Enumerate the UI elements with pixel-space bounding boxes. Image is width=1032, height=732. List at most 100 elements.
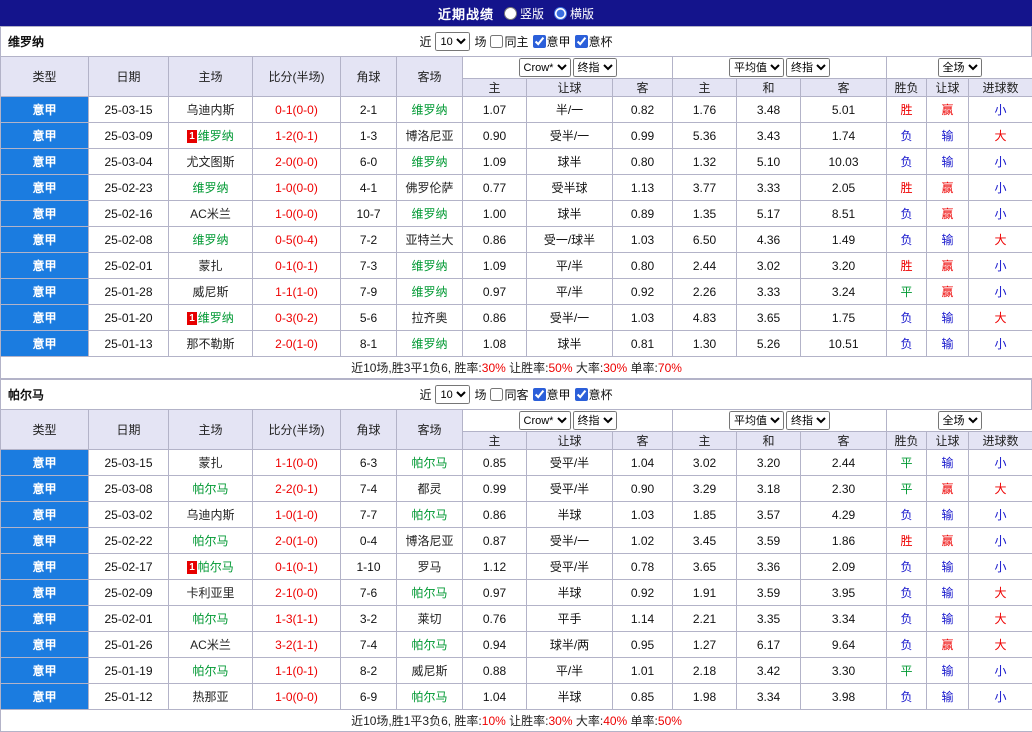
team-link[interactable]: 维罗纳 xyxy=(411,285,447,299)
home-team-cell[interactable]: 热那亚 xyxy=(168,683,253,710)
score-cell[interactable]: 1-1(1-0) xyxy=(252,278,341,305)
team-link[interactable]: 威尼斯 xyxy=(192,285,228,299)
score-cell[interactable]: 0-3(0-2) xyxy=(252,304,341,331)
team-link[interactable]: 帕尔马 xyxy=(192,534,228,548)
same-venue-checkbox[interactable]: 同主 xyxy=(490,33,529,50)
horizontal-radio[interactable] xyxy=(554,6,567,20)
away-team-cell[interactable]: 都灵 xyxy=(396,475,463,502)
score-cell[interactable]: 1-1(0-0) xyxy=(252,449,341,476)
recent-count-select[interactable]: 10 xyxy=(435,385,471,404)
team-link[interactable]: 帕尔马 xyxy=(198,560,234,574)
final-odds-select[interactable]: 终指 xyxy=(572,411,617,430)
home-team-cell[interactable]: 乌迪内斯 xyxy=(168,501,253,528)
team-link[interactable]: 帕尔马 xyxy=(411,690,447,704)
average-select[interactable]: 平均值 xyxy=(729,411,784,430)
league-checkbox-input[interactable] xyxy=(532,388,546,401)
score-cell[interactable]: 1-1(0-1) xyxy=(252,657,341,684)
score-cell[interactable]: 1-0(0-0) xyxy=(252,683,341,710)
away-team-cell[interactable]: 维罗纳 xyxy=(396,278,463,305)
team-link[interactable]: 尤文图斯 xyxy=(186,155,234,169)
score-cell[interactable]: 0-1(0-0) xyxy=(252,96,341,123)
team-link[interactable]: AC米兰 xyxy=(190,207,231,221)
away-team-cell[interactable]: 博洛尼亚 xyxy=(396,527,463,554)
away-team-cell[interactable]: 维罗纳 xyxy=(396,330,463,357)
team-link[interactable]: 都灵 xyxy=(417,482,441,496)
away-team-cell[interactable]: 帕尔马 xyxy=(396,631,463,658)
score-cell[interactable]: 3-2(1-1) xyxy=(252,631,341,658)
recent-count-select[interactable]: 10 xyxy=(435,32,471,51)
team-link[interactable]: 维罗纳 xyxy=(192,233,228,247)
away-team-cell[interactable]: 维罗纳 xyxy=(396,200,463,227)
score-cell[interactable]: 2-1(0-0) xyxy=(252,579,341,606)
home-team-cell[interactable]: 1 维罗纳 xyxy=(168,304,253,331)
home-team-cell[interactable]: 帕尔马 xyxy=(168,605,253,632)
home-team-cell[interactable]: 帕尔马 xyxy=(168,475,253,502)
team-link[interactable]: 蒙扎 xyxy=(198,259,222,273)
team-link[interactable]: 帕尔马 xyxy=(192,612,228,626)
away-team-cell[interactable]: 维罗纳 xyxy=(396,148,463,175)
team-link[interactable]: 维罗纳 xyxy=(411,103,447,117)
score-cell[interactable]: 2-0(1-0) xyxy=(252,330,341,357)
bookmaker-select[interactable]: Crow* xyxy=(518,58,571,77)
league-checkbox[interactable]: 意甲 xyxy=(532,386,571,403)
team-link[interactable]: 维罗纳 xyxy=(198,311,234,325)
home-team-cell[interactable]: AC米兰 xyxy=(168,631,253,658)
away-team-cell[interactable]: 博洛尼亚 xyxy=(396,122,463,149)
score-cell[interactable]: 2-2(0-1) xyxy=(252,475,341,502)
team-link[interactable]: 维罗纳 xyxy=(411,259,447,273)
vertical-radio[interactable] xyxy=(503,6,517,20)
home-team-cell[interactable]: 蒙扎 xyxy=(168,449,253,476)
team-link[interactable]: AC米兰 xyxy=(190,638,231,652)
home-team-cell[interactable]: 1 维罗纳 xyxy=(168,122,253,149)
team-link[interactable]: 帕尔马 xyxy=(411,508,447,522)
away-team-cell[interactable]: 拉齐奥 xyxy=(396,304,463,331)
cup-checkbox-input[interactable] xyxy=(574,35,588,48)
away-team-cell[interactable]: 帕尔马 xyxy=(396,449,463,476)
team-link[interactable]: 维罗纳 xyxy=(411,207,447,221)
team-link[interactable]: 帕尔马 xyxy=(411,638,447,652)
team-link[interactable]: 维罗纳 xyxy=(411,337,447,351)
home-team-cell[interactable]: 威尼斯 xyxy=(168,278,253,305)
final-odds2-select[interactable]: 终指 xyxy=(786,411,830,430)
away-team-cell[interactable]: 罗马 xyxy=(396,553,463,580)
same-venue-checkbox-input[interactable] xyxy=(490,388,504,401)
home-team-cell[interactable]: 帕尔马 xyxy=(168,657,253,684)
team-link[interactable]: 帕尔马 xyxy=(411,456,447,470)
league-checkbox[interactable]: 意甲 xyxy=(532,33,571,50)
cup-checkbox[interactable]: 意杯 xyxy=(574,33,613,50)
average-select[interactable]: 平均值 xyxy=(729,58,784,77)
score-cell[interactable]: 0-1(0-1) xyxy=(252,252,341,279)
score-cell[interactable]: 1-0(0-0) xyxy=(252,174,341,201)
same-venue-checkbox[interactable]: 同客 xyxy=(490,386,529,403)
score-cell[interactable]: 2-0(0-0) xyxy=(252,148,341,175)
away-team-cell[interactable]: 维罗纳 xyxy=(396,96,463,123)
away-team-cell[interactable]: 帕尔马 xyxy=(396,683,463,710)
away-team-cell[interactable]: 威尼斯 xyxy=(396,657,463,684)
score-cell[interactable]: 0-5(0-4) xyxy=(252,226,341,253)
away-team-cell[interactable]: 亚特兰大 xyxy=(396,226,463,253)
layout-option-horizontal[interactable]: 横版 xyxy=(554,5,594,22)
team-link[interactable]: 帕尔马 xyxy=(192,664,228,678)
home-team-cell[interactable]: 1 帕尔马 xyxy=(168,553,253,580)
team-link[interactable]: 热那亚 xyxy=(192,690,228,704)
home-team-cell[interactable]: 帕尔马 xyxy=(168,527,253,554)
team-link[interactable]: 威尼斯 xyxy=(411,664,447,678)
team-link[interactable]: 佛罗伦萨 xyxy=(405,181,453,195)
away-team-cell[interactable]: 维罗纳 xyxy=(396,252,463,279)
home-team-cell[interactable]: 卡利亚里 xyxy=(168,579,253,606)
home-team-cell[interactable]: 维罗纳 xyxy=(168,226,253,253)
final-odds2-select[interactable]: 终指 xyxy=(786,58,830,77)
away-team-cell[interactable]: 佛罗伦萨 xyxy=(396,174,463,201)
team-link[interactable]: 莱切 xyxy=(417,612,441,626)
team-link[interactable]: 维罗纳 xyxy=(198,129,234,143)
team-link[interactable]: 博洛尼亚 xyxy=(405,534,453,548)
team-link[interactable]: 维罗纳 xyxy=(192,181,228,195)
home-team-cell[interactable]: 乌迪内斯 xyxy=(168,96,253,123)
final-odds-select[interactable]: 终指 xyxy=(572,58,617,77)
home-team-cell[interactable]: AC米兰 xyxy=(168,200,253,227)
team-link[interactable]: 乌迪内斯 xyxy=(186,103,234,117)
home-team-cell[interactable]: 尤文图斯 xyxy=(168,148,253,175)
cup-checkbox[interactable]: 意杯 xyxy=(574,386,613,403)
team-link[interactable]: 那不勒斯 xyxy=(186,337,234,351)
team-link[interactable]: 帕尔马 xyxy=(411,586,447,600)
